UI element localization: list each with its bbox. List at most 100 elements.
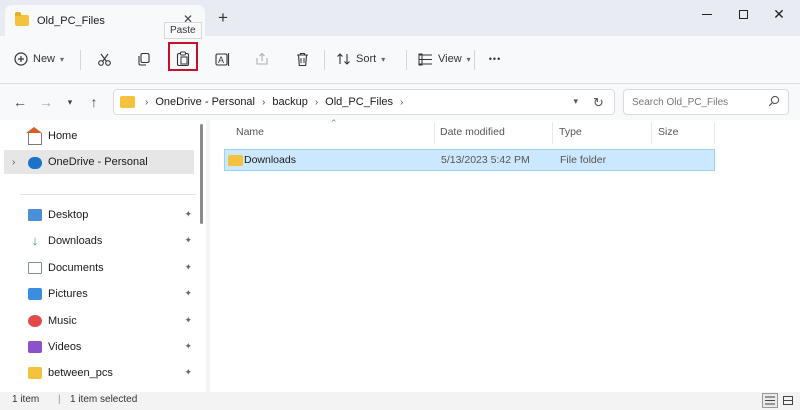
nav-item-music[interactable]: Music ✦ — [4, 309, 194, 333]
chevron-right-icon: › — [400, 96, 404, 108]
chevron-right-icon: › — [314, 96, 319, 108]
sort-icon — [337, 53, 350, 65]
nav-item-home[interactable]: Home — [4, 124, 194, 148]
svg-text:A: A — [218, 55, 224, 65]
nav-item-desktop[interactable]: Desktop ✦ — [4, 203, 194, 227]
breadcrumb-onedrive[interactable]: OneDrive - Personal — [155, 96, 255, 108]
tiles-view-icon — [783, 396, 793, 405]
paste-tooltip: Paste — [164, 22, 202, 39]
address-dropdown-button[interactable]: ▾ — [573, 96, 578, 107]
pin-icon[interactable]: ✦ — [184, 315, 192, 326]
cloud-icon — [28, 157, 42, 169]
view-button[interactable]: View ▾ — [418, 44, 471, 74]
column-header-type[interactable]: Type — [559, 126, 582, 138]
home-icon — [26, 127, 42, 145]
back-button[interactable]: ← — [10, 92, 30, 112]
refresh-button[interactable]: ↻ — [593, 95, 604, 111]
plus-circle-icon — [14, 52, 28, 66]
new-button[interactable]: New ▾ — [14, 44, 64, 74]
nav-item-label: Pictures — [48, 288, 88, 300]
search-placeholder: Search Old_PC_Files — [632, 96, 729, 108]
breadcrumb-old-pc-files[interactable]: Old_PC_Files — [325, 96, 393, 108]
share-button[interactable] — [252, 44, 272, 74]
chevron-right-icon[interactable]: › — [12, 157, 15, 168]
view-icon — [418, 53, 432, 65]
view-label: View — [438, 53, 462, 65]
pin-icon[interactable]: ✦ — [184, 367, 192, 378]
rename-icon: A — [215, 52, 230, 66]
title-bar: Old_PC_Files ✕ + ✕ — [0, 0, 800, 36]
delete-button[interactable] — [292, 44, 312, 74]
separator — [80, 50, 81, 70]
cut-button[interactable] — [94, 44, 114, 74]
forward-button[interactable]: → — [36, 92, 56, 112]
nav-item-onedrive[interactable]: › OneDrive - Personal — [4, 150, 194, 174]
nav-item-label: Videos — [48, 341, 82, 353]
column-divider[interactable] — [434, 122, 435, 144]
up-button[interactable]: ↑ — [84, 92, 104, 112]
nav-item-label: Music — [48, 315, 77, 327]
address-bar[interactable]: › OneDrive - Personal › backup › Old_PC_… — [113, 89, 615, 115]
new-tab-button[interactable]: + — [218, 9, 228, 26]
sort-button[interactable]: Sort ▾ — [336, 44, 385, 74]
nav-item-between-pcs[interactable]: between_pcs ✦ — [4, 361, 194, 385]
separator — [406, 50, 407, 70]
recent-locations-button[interactable]: ▾ — [60, 92, 80, 112]
document-icon — [28, 262, 42, 274]
pin-icon[interactable]: ✦ — [184, 262, 192, 273]
column-divider[interactable] — [552, 122, 553, 144]
details-view-button[interactable] — [762, 393, 778, 408]
paste-highlight-box — [168, 42, 198, 71]
pin-icon[interactable]: ✦ — [184, 288, 192, 299]
share-icon — [256, 52, 268, 65]
pin-icon[interactable]: ✦ — [184, 209, 192, 220]
status-bar: 1 item | 1 item selected — [0, 392, 800, 410]
nav-item-videos[interactable]: Videos ✦ — [4, 335, 194, 359]
maximize-icon — [738, 9, 748, 19]
nav-scrollbar[interactable] — [200, 124, 203, 224]
nav-item-label: OneDrive - Personal — [48, 156, 148, 168]
close-window-button[interactable]: ✕ — [759, 0, 799, 28]
music-icon — [28, 315, 42, 327]
column-header-size[interactable]: Size — [658, 126, 678, 138]
more-options-button[interactable]: ••• — [484, 44, 506, 74]
nav-item-documents[interactable]: Documents ✦ — [4, 256, 194, 280]
search-icon[interactable] — [768, 95, 780, 107]
tab-title: Old_PC_Files — [37, 14, 105, 27]
nav-item-label: Home — [48, 130, 78, 142]
separator — [474, 50, 475, 70]
item-count: 1 item — [12, 394, 40, 405]
file-name: Downloads — [244, 154, 296, 166]
column-header-name[interactable]: Name — [236, 126, 264, 138]
pin-icon[interactable]: ✦ — [184, 235, 192, 246]
pictures-icon — [28, 288, 42, 300]
file-list: ⌃ Name Date modified Type Size Downloads… — [210, 118, 800, 392]
maximize-button[interactable] — [723, 0, 763, 28]
breadcrumb-backup[interactable]: backup — [272, 96, 307, 108]
file-type: File folder — [560, 154, 607, 166]
nav-item-label: Documents — [48, 262, 104, 274]
sort-ascending-icon: ⌃ — [330, 118, 338, 128]
column-header-date-modified[interactable]: Date modified — [440, 126, 505, 138]
folder-icon — [120, 96, 135, 108]
details-view-icon — [765, 396, 775, 405]
pin-icon[interactable]: ✦ — [184, 341, 192, 352]
column-divider[interactable] — [651, 122, 652, 144]
tiles-view-button[interactable] — [780, 393, 796, 408]
copy-button[interactable] — [134, 44, 154, 74]
nav-item-label: between_pcs — [48, 367, 113, 379]
chevron-right-icon: › — [262, 96, 266, 108]
search-box[interactable]: Search Old_PC_Files — [623, 89, 789, 115]
nav-item-downloads[interactable]: ↓ Downloads ✦ — [4, 229, 194, 253]
status-separator: | — [58, 394, 61, 405]
command-bar: New ▾ A Sort ▾ View ▾ ••• — [0, 36, 800, 84]
folder-icon — [228, 155, 243, 166]
minimize-button[interactable] — [687, 0, 727, 28]
rename-button[interactable]: A — [212, 44, 234, 74]
download-icon: ↓ — [31, 233, 39, 248]
chevron-down-icon: ▾ — [381, 54, 386, 64]
nav-item-pictures[interactable]: Pictures ✦ — [4, 282, 194, 306]
column-divider[interactable] — [714, 122, 715, 144]
table-row[interactable]: Downloads 5/13/2023 5:42 PM File folder — [224, 149, 715, 171]
chevron-down-icon: ▾ — [60, 54, 65, 64]
